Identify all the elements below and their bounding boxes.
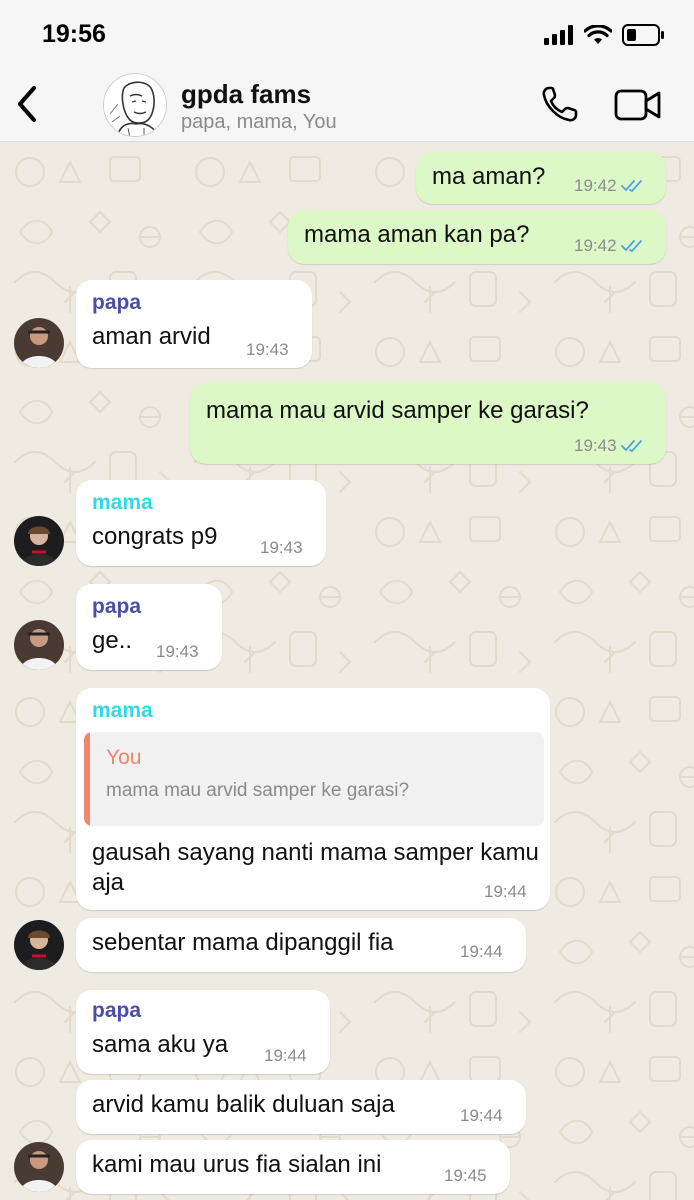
message-time: 19:42 — [574, 236, 617, 255]
message-meta: 19:43 — [574, 436, 647, 456]
chat-title[interactable]: gpda fams — [181, 79, 311, 110]
incoming-message[interactable]: arvid kamu balik duluan saja 19:44 — [76, 1080, 526, 1134]
double-check-icon — [620, 240, 642, 253]
message-time: 19:44 — [460, 1106, 503, 1125]
group-avatar[interactable] — [103, 73, 167, 137]
message-text: ma aman? — [432, 163, 546, 190]
sender-name[interactable]: mama — [92, 490, 153, 516]
message-time: 19:43 — [574, 436, 617, 455]
wifi-icon — [584, 25, 612, 44]
message-text: mama mau arvid samper ke garasi? — [206, 397, 589, 424]
voice-call-button[interactable] — [540, 84, 580, 124]
sender-name[interactable]: papa — [92, 290, 141, 316]
incoming-message[interactable]: papa ge.. 19:43 — [76, 584, 222, 670]
quote-accent-bar — [84, 732, 90, 826]
message-list[interactable]: ma aman? 19:42 mama aman kan pa? 19:42 p… — [0, 142, 694, 1200]
video-call-button[interactable] — [614, 88, 662, 122]
message-text: congrats p9 — [92, 523, 218, 550]
signal-icon — [544, 25, 573, 45]
back-icon — [18, 86, 36, 122]
message-time: 19:43 — [156, 642, 199, 661]
mama-avatar[interactable] — [14, 516, 64, 566]
quoted-message[interactable]: You mama mau arvid samper ke garasi? — [84, 732, 544, 826]
status-time: 19:56 — [42, 20, 106, 48]
incoming-message[interactable]: papa aman arvid 19:43 — [76, 280, 312, 368]
quote-sender: You — [106, 746, 142, 769]
chat-header: 19:56 gpda fams papa, mama, You — [0, 0, 694, 142]
back-button[interactable] — [12, 82, 42, 126]
message-meta: 19:42 — [574, 176, 647, 196]
sender-name[interactable]: mama — [92, 698, 153, 724]
double-check-icon — [620, 180, 642, 193]
incoming-message[interactable]: papa sama aku ya 19:44 — [76, 990, 330, 1074]
incoming-message[interactable]: kami mau urus fia sialan ini 19:45 — [76, 1140, 510, 1194]
message-time: 19:44 — [264, 1046, 307, 1065]
papa-avatar[interactable] — [14, 620, 64, 670]
double-check-icon — [620, 440, 642, 453]
mama-avatar[interactable] — [14, 920, 64, 970]
chat-participants[interactable]: papa, mama, You — [181, 111, 337, 134]
message-text: gausah sayang nanti mama samper kamu aja — [92, 839, 539, 896]
video-icon — [614, 89, 661, 121]
phone-icon — [542, 86, 578, 122]
outgoing-message[interactable]: mama mau arvid samper ke garasi? 19:43 — [190, 382, 666, 464]
quote-text: mama mau arvid samper ke garasi? — [106, 780, 410, 801]
message-text: arvid kamu balik duluan saja — [92, 1091, 395, 1118]
message-text: aman arvid — [92, 323, 211, 350]
status-icons — [544, 22, 664, 48]
message-time: 19:42 — [574, 176, 617, 195]
sender-name[interactable]: papa — [92, 594, 141, 620]
incoming-message[interactable]: mama You mama mau arvid samper ke garasi… — [76, 688, 550, 910]
incoming-message[interactable]: mama congrats p9 19:43 — [76, 480, 326, 566]
message-meta: 19:42 — [574, 236, 647, 256]
message-time: 19:45 — [444, 1166, 487, 1185]
papa-avatar[interactable] — [14, 318, 64, 368]
message-time: 19:43 — [260, 538, 303, 557]
outgoing-message[interactable]: mama aman kan pa? 19:42 — [288, 210, 666, 264]
message-time: 19:44 — [460, 942, 503, 961]
battery-icon — [622, 24, 664, 46]
incoming-message[interactable]: sebentar mama dipanggil fia 19:44 — [76, 918, 526, 972]
message-text: sebentar mama dipanggil fia — [92, 929, 394, 956]
message-text: kami mau urus fia sialan ini — [92, 1151, 382, 1178]
message-text: mama aman kan pa? — [304, 221, 530, 248]
message-text: sama aku ya — [92, 1031, 229, 1058]
sender-name[interactable]: papa — [92, 998, 141, 1024]
message-text: ge.. — [92, 627, 133, 654]
papa-avatar[interactable] — [14, 1142, 64, 1192]
message-time: 19:43 — [246, 340, 289, 359]
outgoing-message[interactable]: ma aman? 19:42 — [416, 152, 666, 204]
message-time: 19:44 — [484, 882, 527, 901]
